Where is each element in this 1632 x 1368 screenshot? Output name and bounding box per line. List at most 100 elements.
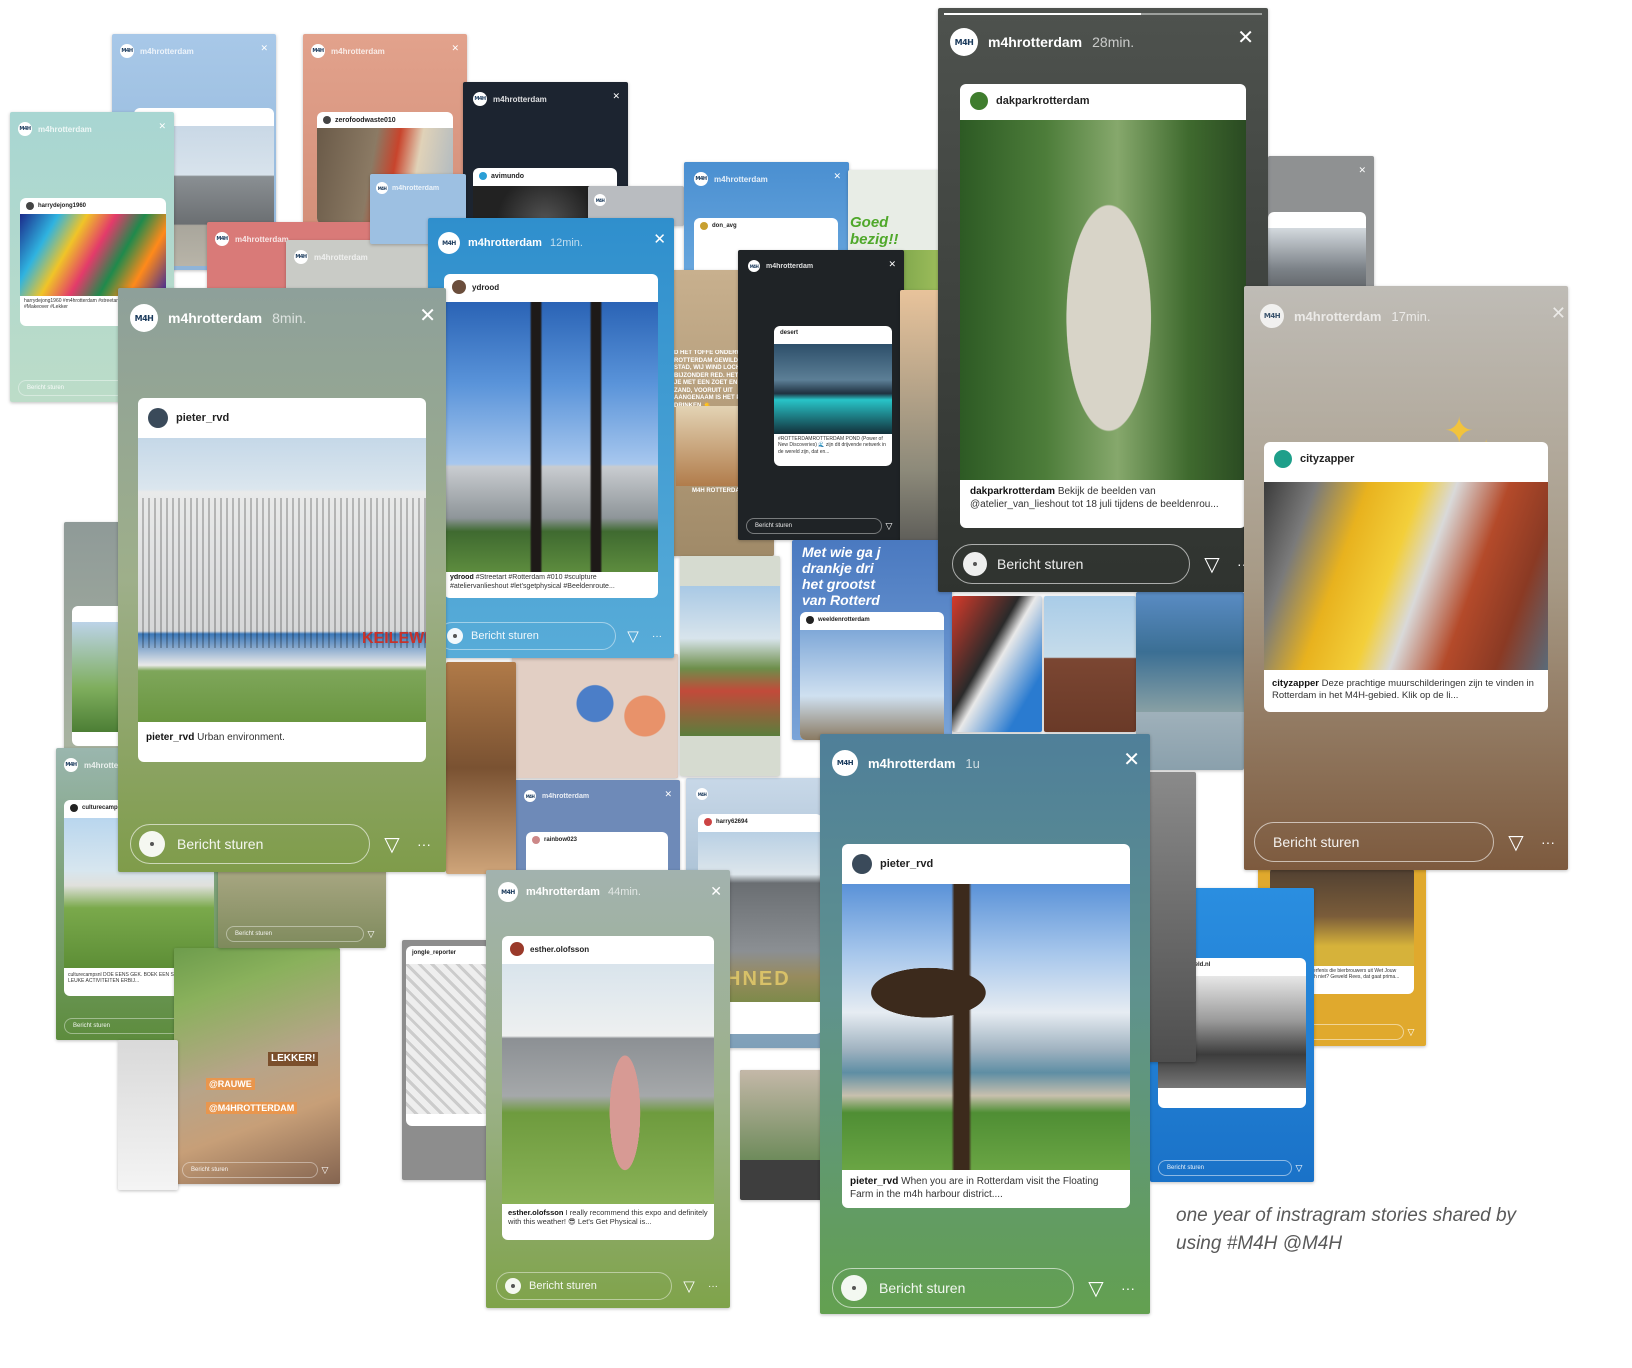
hned-text: HNED bbox=[726, 968, 791, 990]
card-caption: #ROTTERDAMROTTERDAM POND (Power of New D… bbox=[778, 436, 886, 455]
reply-input[interactable]: Bericht sturen bbox=[832, 1268, 1074, 1308]
caption-text: #Streetart #Rotterdam #010 #sculpture #a… bbox=[450, 574, 615, 590]
camera-icon[interactable] bbox=[447, 628, 463, 644]
close-icon[interactable]: ✕ bbox=[260, 44, 268, 53]
reply-input[interactable]: Bericht sturen bbox=[182, 1162, 318, 1178]
card-caption: pieter_rvd Urban environment. bbox=[146, 732, 418, 745]
story-thumb-grey-bottom[interactable] bbox=[118, 1040, 178, 1190]
close-icon[interactable]: ✕ bbox=[419, 306, 436, 326]
send-icon[interactable]: ▽ bbox=[1502, 830, 1530, 855]
story-thumb-arterguides[interactable] bbox=[740, 1070, 826, 1200]
story-thumb-interior[interactable] bbox=[446, 662, 516, 874]
reply-input[interactable]: Bericht sturen bbox=[130, 824, 370, 864]
more-icon[interactable]: ··· bbox=[650, 631, 664, 642]
story-thumb-right-top[interactable]: ✕ bbox=[1268, 156, 1374, 296]
photo-park bbox=[72, 622, 124, 732]
story-thumb-bollard[interactable] bbox=[1044, 596, 1136, 732]
camera-icon[interactable] bbox=[505, 1278, 521, 1294]
send-icon[interactable]: ▽ bbox=[1082, 1276, 1110, 1301]
avatar bbox=[700, 222, 708, 230]
card-username: avimundo bbox=[491, 172, 525, 180]
sticker-rauwe: @RAUWE bbox=[206, 1078, 255, 1091]
close-icon[interactable]: ✕ bbox=[612, 92, 620, 101]
story-username: m4hrotterdam bbox=[493, 94, 547, 104]
post-card bbox=[72, 606, 124, 746]
photo-night-river bbox=[774, 344, 892, 434]
reply-input[interactable]: Bericht sturen bbox=[1254, 822, 1494, 862]
story-username: m4hrotterdam bbox=[988, 34, 1083, 50]
card-caption: esther.olofsson I really recommend this … bbox=[508, 1208, 708, 1227]
close-icon[interactable]: ✕ bbox=[451, 44, 459, 53]
close-icon[interactable]: ✕ bbox=[1551, 304, 1566, 322]
reply-input[interactable]: Bericht sturen bbox=[438, 622, 616, 650]
story-thumb-bridge[interactable] bbox=[1136, 592, 1244, 770]
story-pieter-floating[interactable]: M4H m4hrotterdam 1u ✕ pieter_rvd pieter_… bbox=[820, 734, 1150, 1314]
send-icon[interactable]: ▽ bbox=[318, 1165, 332, 1176]
close-icon[interactable]: ✕ bbox=[1237, 28, 1254, 48]
more-icon[interactable]: ··· bbox=[706, 1281, 720, 1292]
send-icon[interactable]: ▽ bbox=[1404, 1027, 1418, 1038]
story-thumb-cycling[interactable] bbox=[680, 556, 780, 776]
avatar: M4H bbox=[594, 194, 606, 206]
card-caption: pieter_rvd When you are in Rotterdam vis… bbox=[850, 1176, 1122, 1201]
more-icon[interactable]: ··· bbox=[1538, 834, 1558, 850]
avatar bbox=[452, 280, 466, 294]
post-card: pieter_rvd KEILEWE pieter_rvd Urban envi… bbox=[138, 398, 426, 762]
story-username: m4hrotterdam bbox=[868, 755, 956, 771]
story-thumb-pink-objects[interactable] bbox=[512, 654, 678, 778]
caption-username: dakparkrotterdam bbox=[970, 486, 1056, 497]
avatar bbox=[704, 818, 712, 826]
send-icon[interactable]: ▽ bbox=[622, 627, 644, 645]
send-icon[interactable]: ▽ bbox=[364, 929, 378, 940]
story-thumb-grey-right[interactable] bbox=[1146, 772, 1196, 1062]
camera-icon[interactable] bbox=[841, 1275, 867, 1301]
story-thumb-desert[interactable]: M4H m4hrotterdam ✕ desert #ROTTERDAMROTT… bbox=[738, 250, 904, 540]
avatar: M4H bbox=[18, 122, 32, 136]
close-icon[interactable]: ✕ bbox=[158, 122, 166, 131]
avatar: M4H bbox=[438, 232, 460, 254]
close-icon[interactable]: ✕ bbox=[710, 884, 722, 898]
story-esther[interactable]: M4H m4hrotterdam 44min. ✕ esther.olofsso… bbox=[486, 870, 730, 1308]
reply-input[interactable]: Bericht sturen bbox=[226, 926, 364, 942]
card-caption: ydrood #Streetart #Rotterdam #010 #sculp… bbox=[450, 574, 652, 592]
story-thumb-weeldenrotterdam-left[interactable] bbox=[64, 522, 124, 752]
reply-input[interactable]: Bericht sturen bbox=[1158, 1160, 1292, 1176]
avatar: M4H bbox=[473, 92, 487, 106]
caption-username: esther.olofsson bbox=[508, 1208, 564, 1217]
story-username: m4hrotterdam bbox=[714, 174, 768, 184]
story-thumb-rainbow[interactable]: M4H m4hrotterdam ✕ rainbow023 bbox=[514, 780, 680, 880]
story-thumb-mural-right[interactable] bbox=[952, 596, 1042, 732]
story-thumb-rauwe[interactable]: LEKKER! @RAUWE @M4HROTTERDAM Bericht stu… bbox=[174, 948, 340, 1184]
reply-input[interactable]: Bericht sturen bbox=[496, 1272, 672, 1300]
send-icon[interactable]: ▽ bbox=[882, 521, 896, 532]
close-icon[interactable]: ✕ bbox=[833, 172, 841, 181]
story-thumb-jongle[interactable]: jongle_reporter bbox=[402, 940, 492, 1180]
story-dakpark[interactable]: M4H m4hrotterdam 28min. ✕ dakparkrotterd… bbox=[938, 8, 1268, 592]
close-icon[interactable]: ✕ bbox=[888, 260, 896, 269]
avatar: M4H bbox=[748, 260, 760, 272]
avatar: M4H bbox=[294, 250, 308, 264]
send-icon[interactable]: ▽ bbox=[1198, 552, 1226, 577]
send-icon[interactable]: ▽ bbox=[678, 1277, 700, 1295]
send-icon[interactable]: ▽ bbox=[1292, 1163, 1306, 1174]
card-caption: cityzapper Deze prachtige muurschilderin… bbox=[1272, 678, 1540, 702]
camera-icon[interactable] bbox=[139, 831, 165, 857]
camera-icon[interactable] bbox=[963, 552, 987, 576]
more-icon[interactable]: ··· bbox=[414, 836, 434, 852]
reply-input[interactable]: Bericht sturen bbox=[746, 518, 882, 534]
reply-input[interactable]: Bericht sturen bbox=[952, 544, 1190, 584]
send-icon[interactable]: ▽ bbox=[378, 832, 406, 857]
story-thumb-weeldenrotterdam[interactable]: Met wie ga j drankje dri het grootst van… bbox=[792, 540, 952, 740]
close-icon[interactable]: ✕ bbox=[1123, 750, 1140, 770]
close-icon[interactable]: ✕ bbox=[1358, 166, 1366, 175]
story-ydrood[interactable]: M4H m4hrotterdam 12min. ✕ ydrood ydrood … bbox=[428, 218, 674, 658]
close-icon[interactable]: ✕ bbox=[653, 232, 666, 247]
m4h-label: M4H ROTTERDAM bbox=[692, 488, 745, 494]
story-timestamp: 1u bbox=[965, 755, 980, 771]
story-pieter-urban[interactable]: M4H m4hrotterdam 8min. ✕ pieter_rvd KEIL… bbox=[118, 288, 446, 872]
story-thumb-olive[interactable]: Bericht sturen ▽ bbox=[218, 866, 386, 948]
story-cityzapper[interactable]: M4H m4hrotterdam 17min. ✕ ✦ ✦ cityzapper… bbox=[1244, 286, 1568, 870]
close-icon[interactable]: ✕ bbox=[664, 790, 672, 799]
avatar bbox=[1274, 450, 1292, 468]
more-icon[interactable]: ··· bbox=[1118, 1280, 1138, 1296]
